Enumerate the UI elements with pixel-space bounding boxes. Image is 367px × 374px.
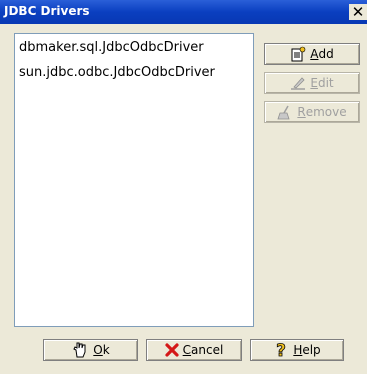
- title-bar[interactable]: JDBC Drivers ✕: [0, 0, 367, 24]
- question-mark-icon: ?: [273, 341, 289, 359]
- edit-button[interactable]: Edit: [264, 72, 360, 94]
- add-label: dd: [318, 47, 334, 61]
- window-title: JDBC Drivers: [4, 4, 90, 18]
- add-document-icon: [290, 46, 306, 62]
- list-item[interactable]: dbmaker.sql.JdbcOdbcDriver: [19, 39, 204, 57]
- edit-label: dit: [317, 76, 334, 90]
- list-item[interactable]: sun.jdbc.odbc.JdbcOdbcDriver: [19, 64, 215, 82]
- edit-mnemonic: E: [310, 76, 318, 90]
- remove-label: emove: [305, 105, 347, 119]
- ok-mnemonic: O: [93, 343, 103, 357]
- drivers-list[interactable]: dbmaker.sql.JdbcOdbcDriver sun.jdbc.odbc…: [14, 33, 254, 327]
- ok-label: k: [102, 343, 110, 357]
- help-mnemonic: H: [293, 343, 303, 357]
- remove-button[interactable]: Remove: [264, 101, 360, 123]
- help-button[interactable]: ? Help: [250, 339, 344, 361]
- help-label: elp: [302, 343, 321, 357]
- jdbc-drivers-dialog: JDBC Drivers ✕ dbmaker.sql.JdbcOdbcDrive…: [0, 0, 367, 374]
- hand-pointer-icon: [71, 341, 89, 359]
- add-mnemonic: A: [310, 47, 319, 61]
- cancel-mnemonic: C: [182, 343, 192, 357]
- remove-mnemonic: R: [297, 105, 306, 119]
- ok-button[interactable]: Ok: [43, 339, 138, 361]
- cancel-button[interactable]: Cancel: [146, 339, 242, 361]
- add-button[interactable]: Add: [264, 43, 360, 65]
- remove-broom-icon: [277, 104, 293, 120]
- svg-text:?: ?: [276, 341, 286, 359]
- red-x-icon: [165, 343, 179, 357]
- close-button[interactable]: ✕: [349, 4, 367, 20]
- edit-pencil-icon: [290, 75, 306, 91]
- cancel-label: ancel: [191, 343, 224, 357]
